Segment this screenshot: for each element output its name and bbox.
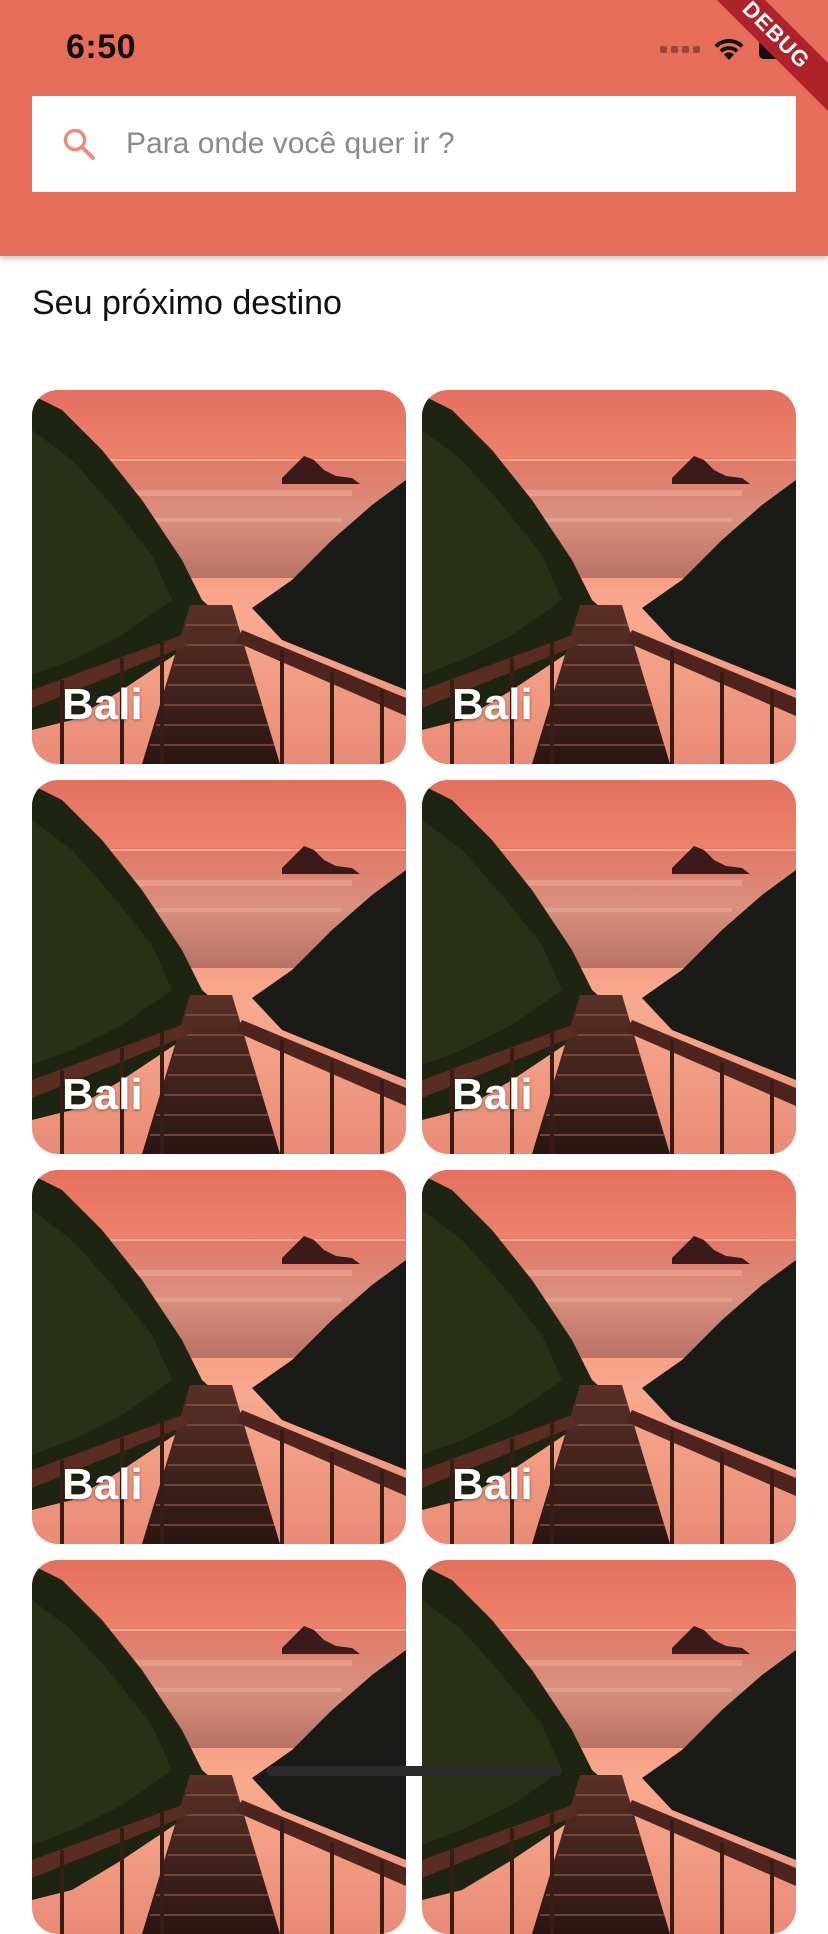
app-bar: 6:50 DEBUG (0, 0, 828, 256)
destination-photo (32, 1560, 406, 1934)
signal-icon (660, 45, 700, 53)
destination-card[interactable] (422, 1560, 796, 1934)
destination-name: Bali (62, 680, 143, 729)
section-title: Seu próximo destino (32, 284, 342, 322)
destination-card[interactable]: Bali (32, 780, 406, 1154)
destination-name: Bali (62, 1460, 143, 1509)
wifi-icon (714, 38, 744, 60)
destination-photo (422, 1560, 796, 1934)
destination-card[interactable]: Bali (422, 780, 796, 1154)
search-icon (63, 128, 95, 160)
destination-name: Bali (452, 1070, 533, 1119)
home-indicator (266, 1766, 562, 1776)
destination-card[interactable]: Bali (32, 1170, 406, 1544)
destination-card[interactable]: Bali (32, 390, 406, 764)
destination-card[interactable]: Bali (422, 1170, 796, 1544)
search-box[interactable] (32, 96, 796, 192)
destination-grid: Bali Bali Bali Bali Bali Bali (32, 390, 796, 1934)
destination-name: Bali (62, 1070, 143, 1119)
destination-card[interactable] (32, 1560, 406, 1934)
destination-card[interactable]: Bali (422, 390, 796, 764)
search-input[interactable] (126, 114, 766, 174)
destination-name: Bali (452, 680, 533, 729)
status-time: 6:50 (66, 28, 137, 66)
destination-name: Bali (452, 1460, 533, 1509)
